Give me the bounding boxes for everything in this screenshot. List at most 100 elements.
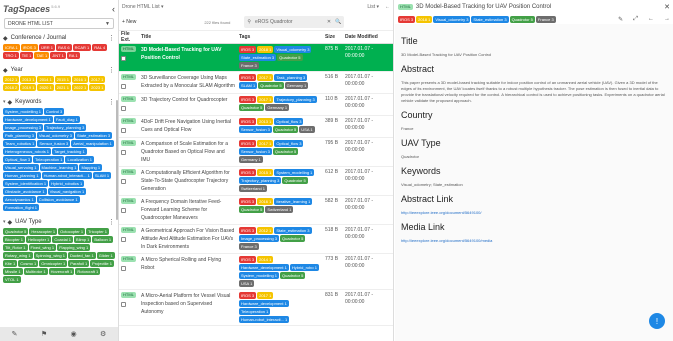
file-title[interactable]: 3D Trajectory Control for Quadrocopter <box>141 96 235 104</box>
tag-chip[interactable]: Visual_odometry 3 <box>274 46 312 53</box>
tag-chip[interactable]: Trajectory_planning 3 <box>239 177 282 184</box>
tag-chip[interactable]: IROS 3 <box>239 74 257 81</box>
tag-chip[interactable]: Visual_servoing 1 <box>3 164 39 171</box>
file-title[interactable]: A Micro Spherical Rolling and Flying Rob… <box>141 256 235 272</box>
tag-chip[interactable]: 2019 1 <box>20 84 37 91</box>
tag-chip[interactable]: Missile 1 <box>3 268 23 275</box>
tag-chip[interactable]: Hardware_development 1 <box>3 116 53 123</box>
tag-chip[interactable]: IROS 3 <box>239 169 257 176</box>
tag-chip[interactable]: Quadrotor 5 <box>280 272 306 279</box>
tag-chip[interactable]: Quadrotor 5 <box>272 126 299 133</box>
tag-chip[interactable]: Balloon 1 <box>92 236 114 243</box>
tag-chip[interactable]: IROS 3 <box>239 140 257 147</box>
tag-chip[interactable]: Flapping_wing 1 <box>57 244 91 251</box>
tag-chip[interactable]: Quadrotor 5 <box>3 228 29 235</box>
tag-chip[interactable]: 2012 1 <box>257 227 274 234</box>
table-row[interactable]: HTML 4DoF Drift Free Navigation Using Ine… <box>119 115 393 138</box>
tag-chip[interactable]: RA 1 <box>66 52 80 59</box>
more-options-icon[interactable]: ⋮ <box>108 218 115 226</box>
edit-icon[interactable]: ✎ <box>618 16 623 23</box>
new-button[interactable]: + New <box>122 19 136 25</box>
settings-icon[interactable]: ⚙ <box>100 330 106 338</box>
tag-chip[interactable]: Hybrid_robo 1 <box>289 264 319 271</box>
tag-chip[interactable]: Quadrotor 5 <box>272 148 299 155</box>
table-row[interactable]: HTML 3D Model-Based Tracking for UAV Posi… <box>119 43 393 72</box>
tag-chip[interactable]: TAE 1 <box>34 52 50 59</box>
tag-chip[interactable]: Germany 1 <box>284 82 309 89</box>
tag-group-header[interactable]: ▾ ◆ Keywords ⋮ <box>3 97 115 107</box>
tag-chip[interactable]: TIE 1 <box>19 52 34 59</box>
tag-chip[interactable]: 2014 1 <box>257 256 274 263</box>
tag-chip[interactable]: 2017 1 <box>257 140 274 147</box>
col-header-tags[interactable]: Tags <box>237 31 323 44</box>
table-row[interactable]: HTML 3D Trajectory Control for Quadrocopt… <box>119 93 393 116</box>
tag-chip[interactable]: 2022 1 <box>71 84 89 91</box>
tag-chip[interactable]: Team_robotics 1 <box>3 140 37 147</box>
tag-chip[interactable]: Hybrid_robotics 1 <box>49 180 85 187</box>
tag-chip[interactable]: Hovercraft 1 <box>48 268 75 275</box>
tag-chip[interactable]: Target_tracking 1 <box>52 148 87 155</box>
collapse-caret-icon[interactable]: ▾ <box>3 219 6 225</box>
row-checkbox[interactable] <box>121 266 126 271</box>
tag-chip[interactable]: SLAM 1 <box>92 172 112 179</box>
tag-chip[interactable]: ICRA 1 <box>3 44 20 51</box>
file-title[interactable]: 4DoF Drift Free Navigation Using Inertia… <box>141 118 235 134</box>
tag-chip[interactable]: TRO 1 <box>3 52 19 59</box>
table-row[interactable]: HTML A Micro Spherical Rolling and Flying… <box>119 253 393 290</box>
tag-chip[interactable]: System_modelling 1 <box>239 272 280 279</box>
tag-chip[interactable]: Path_planning 3 <box>3 132 36 139</box>
tag-chip[interactable]: Human-robot_interacti... 1 <box>239 316 290 323</box>
tag-chip[interactable]: 2023 1 <box>89 84 106 91</box>
fullscreen-icon[interactable]: ⤢ <box>633 16 638 23</box>
tag-chip[interactable]: SLAM 1 <box>239 82 258 89</box>
tag-chip[interactable]: 2016 1 <box>257 198 274 205</box>
row-checkbox[interactable] <box>121 237 126 242</box>
tag-chip[interactable]: Germany 1 <box>265 104 290 111</box>
tag-group-header[interactable]: ◆ Conference / Journal ⋮ <box>3 33 115 43</box>
tag-chip[interactable]: Switzerland 1 <box>239 185 268 192</box>
search-box[interactable]: ⚲ eROS Quadrotor ✕ 🔍 <box>244 16 345 28</box>
tag-chip[interactable]: Heterogeneous_robots 1 <box>3 148 52 155</box>
table-row[interactable]: HTML A Comparison of Scale Estimation for… <box>119 137 393 167</box>
row-checkbox[interactable] <box>121 56 126 61</box>
tag-chip[interactable]: Ducted_fan 1 <box>67 252 96 259</box>
tag-chip[interactable]: 2021 1 <box>54 84 71 91</box>
tag-chip[interactable]: 2020 1 <box>37 84 54 91</box>
row-checkbox[interactable] <box>121 302 126 307</box>
tag-chip[interactable]: USA 1 <box>239 280 255 287</box>
tag-chip[interactable]: Germany 1 <box>239 156 263 163</box>
tag-chip[interactable]: 2016 1 <box>71 76 89 83</box>
tag-chip[interactable]: IROS 3 <box>239 227 257 234</box>
tag-chip[interactable]: 2013 1 <box>257 118 274 125</box>
tag-chip[interactable]: Hardware_development 1 <box>239 264 289 271</box>
tag-chip[interactable]: Obstacle_avoidance 1 <box>3 188 47 195</box>
collapse-caret-icon[interactable]: ▾ <box>3 99 6 105</box>
tag-icon[interactable]: ✎ <box>12 330 18 338</box>
tag-chip[interactable]: Localization 1 <box>65 156 94 163</box>
tag-chip[interactable]: Machine_learning 1 <box>39 164 79 171</box>
more-options-icon[interactable]: ⋮ <box>108 66 115 74</box>
tag-chip[interactable]: Coaxial 1 <box>52 236 74 243</box>
next-icon[interactable]: → <box>664 16 670 23</box>
col-header-ext[interactable]: File Ext. <box>119 31 139 44</box>
tag-chip[interactable]: IROS 3 <box>239 292 257 299</box>
clear-search-icon[interactable]: ✕ <box>327 19 331 25</box>
tag-chip[interactable]: State_estimation 3 <box>274 227 312 234</box>
sidebar-scrollbar[interactable] <box>116 100 118 220</box>
tag-chip[interactable]: Hexacopter 1 <box>29 228 58 235</box>
tag-chip[interactable]: Formation_flight 1 <box>3 204 40 211</box>
row-checkbox[interactable] <box>121 106 126 111</box>
col-header-title[interactable]: Title <box>139 31 237 44</box>
more-options-icon[interactable]: ⋮ <box>108 34 115 42</box>
tag-chip[interactable]: Quadrotor 5 <box>239 206 265 213</box>
tag-chip[interactable]: Quadrotor 5 <box>280 235 306 242</box>
tag-chip[interactable]: France 3 <box>239 62 259 69</box>
previous-icon[interactable]: ← <box>648 16 654 23</box>
file-title[interactable]: A Geometrical Approach For Vision Based … <box>141 227 235 251</box>
tag-chip[interactable]: State_estimation 3 <box>471 15 509 23</box>
tag-chip[interactable]: 2017 1 <box>257 74 274 81</box>
collapse-sidebar-icon[interactable]: ‹ <box>112 4 115 14</box>
tag-chip[interactable]: Mapping 1 <box>79 164 103 171</box>
list-view-button[interactable]: List ▾ <box>367 4 379 10</box>
tag-group-header[interactable]: ▾ ◆ UAV Type ⋮ <box>3 217 115 227</box>
